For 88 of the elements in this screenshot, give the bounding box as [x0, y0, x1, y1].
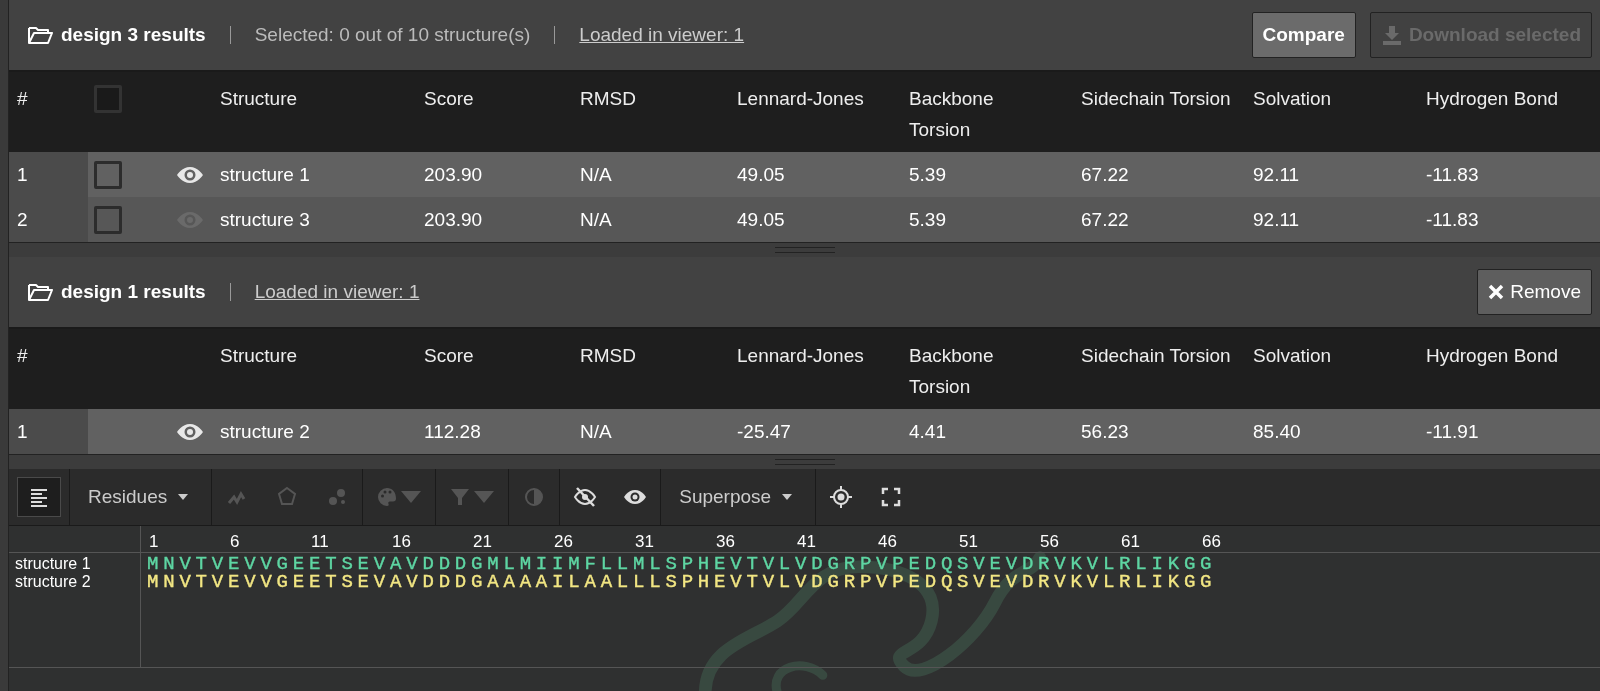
- track-label: structure 2: [14, 573, 92, 591]
- table-cell: -11.83: [1426, 163, 1479, 186]
- row-number: 2: [9, 197, 88, 242]
- list-view-button[interactable]: [17, 477, 61, 517]
- table-cell: 112.28: [424, 420, 481, 443]
- track-label: structure 1: [14, 555, 92, 573]
- residue-number: 16: [392, 532, 411, 551]
- column-header[interactable]: Backbone Torsion: [909, 340, 1059, 402]
- residue-number: 1: [149, 532, 159, 551]
- residue-number: 51: [959, 532, 978, 551]
- table-cell: -11.91: [1426, 420, 1479, 443]
- table-cell: 67.22: [1081, 208, 1129, 231]
- residue-number: 21: [473, 532, 492, 551]
- table-row[interactable]: 1 structure 1 203.90 N/A 49.05 5.39 67.22 92.11 -11.83: [9, 152, 1600, 197]
- residue-number: 11: [311, 532, 329, 551]
- table-cell: 5.39: [909, 163, 946, 186]
- column-header[interactable]: #: [17, 83, 28, 114]
- table-cell: 5.39: [909, 208, 946, 231]
- column-header[interactable]: #: [17, 340, 28, 371]
- target-icon: [829, 485, 854, 509]
- column-header[interactable]: Solvation: [1253, 340, 1332, 371]
- column-header[interactable]: Sidechain Torsion: [1081, 340, 1231, 371]
- table-cell: 49.05: [737, 163, 785, 186]
- table-cell: 92.11: [1253, 163, 1300, 186]
- row-checkbox[interactable]: [94, 160, 122, 189]
- eye-icon[interactable]: [176, 164, 204, 185]
- residue-number: 66: [1202, 532, 1221, 551]
- superpose-dropdown[interactable]: Superpose: [661, 472, 816, 522]
- table-cell: 49.05: [737, 208, 785, 231]
- column-header[interactable]: Lennard-Jones: [737, 83, 864, 114]
- column-header[interactable]: Structure: [220, 83, 298, 114]
- residue-number: 41: [797, 532, 816, 551]
- table-cell: 85.40: [1253, 420, 1301, 443]
- caret-icon: [781, 493, 794, 501]
- column-header[interactable]: RMSD: [580, 340, 636, 371]
- table-row[interactable]: 2 structure 3 203.90 N/A 49.05 5.39 67.22 92.11 -11.83: [9, 197, 1600, 242]
- row-checkbox[interactable]: [94, 205, 122, 234]
- column-header[interactable]: Hydrogen Bond: [1426, 340, 1559, 371]
- table-cell: -25.47: [737, 420, 791, 443]
- structure-name: structure 3: [220, 208, 310, 231]
- table-cell: 67.22: [1081, 163, 1129, 186]
- table-cell: N/A: [580, 420, 612, 443]
- table-cell: 203.90: [424, 208, 483, 231]
- panel-title: design 3 results: [61, 24, 206, 46]
- table-cell: -11.83: [1426, 208, 1479, 231]
- column-header[interactable]: Structure: [220, 340, 298, 371]
- column-header[interactable]: Score: [424, 83, 474, 114]
- residue-number: 36: [716, 532, 735, 551]
- sequence-text: MNVTVEVVGEETSEVAVDDDGMLMIIMFLLMLSPHEVTVLVDGRPVPEDQSVEVDRVKVLRLIKGG: [147, 553, 1217, 575]
- loaded-in-viewer-link[interactable]: Loaded in viewer: 1: [254, 281, 420, 303]
- row-number: 1: [9, 152, 88, 197]
- folder-icon: [27, 25, 53, 45]
- close-icon: [1488, 284, 1505, 300]
- table-cell: N/A: [580, 163, 612, 186]
- eye-off-icon: [573, 485, 598, 509]
- table-cell: 4.41: [909, 420, 946, 443]
- residue-number: 46: [878, 532, 897, 551]
- folder-icon: [27, 282, 53, 302]
- selection-count: Selected: 0 out of 10 structure(s): [254, 24, 531, 46]
- residue-number: 26: [554, 532, 573, 551]
- column-header[interactable]: Solvation: [1253, 83, 1332, 114]
- table-cell: N/A: [580, 208, 612, 231]
- residue-number: 31: [635, 532, 654, 551]
- column-header[interactable]: Backbone Torsion: [909, 83, 1059, 145]
- eye-icon[interactable]: [176, 421, 204, 442]
- table-cell: 92.11: [1253, 208, 1300, 231]
- structure-name: structure 2: [220, 420, 310, 443]
- column-header[interactable]: RMSD: [580, 83, 636, 114]
- column-header[interactable]: Sidechain Torsion: [1081, 83, 1231, 114]
- panel-title: design 1 results: [61, 281, 206, 303]
- structure-name: structure 1: [220, 163, 310, 186]
- caret-icon: [177, 493, 190, 501]
- select-all-checkbox[interactable]: [94, 85, 122, 113]
- table-cell: 56.23: [1081, 420, 1129, 443]
- compare-button[interactable]: Compare: [1251, 12, 1356, 58]
- table-row[interactable]: 1 structure 2 112.28 N/A -25.47 4.41 56.23 85.40 -11.91: [9, 409, 1600, 454]
- residue-number: 6: [230, 532, 240, 551]
- column-header[interactable]: Lennard-Jones: [737, 340, 864, 371]
- loaded-in-viewer-link[interactable]: Loaded in viewer: 1: [579, 24, 745, 46]
- column-header[interactable]: Score: [424, 340, 474, 371]
- row-number: 1: [9, 409, 88, 454]
- residue-number: 56: [1040, 532, 1059, 551]
- remove-button[interactable]: Remove: [1477, 269, 1592, 315]
- column-header[interactable]: Hydrogen Bond: [1426, 83, 1559, 114]
- residues-dropdown[interactable]: Residues: [70, 472, 212, 522]
- download-icon: [1380, 24, 1403, 46]
- residue-number: 61: [1121, 532, 1140, 551]
- table-cell: 203.90: [424, 163, 483, 186]
